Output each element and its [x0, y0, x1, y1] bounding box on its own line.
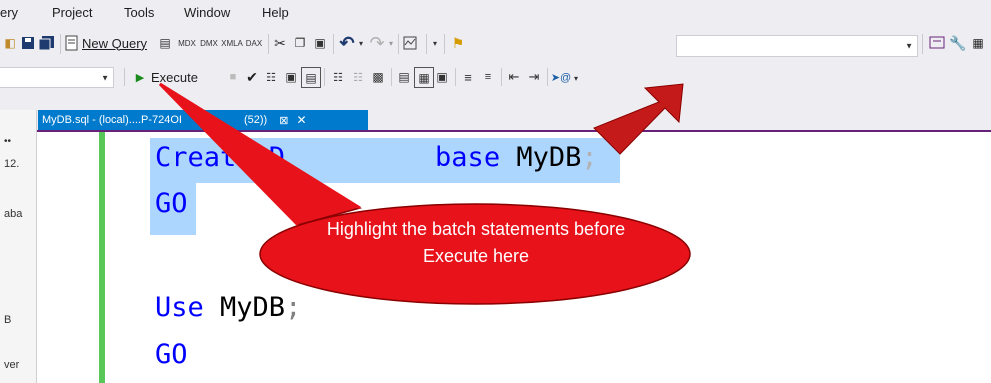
callout-pointer	[159, 83, 362, 226]
red-arrow-icon	[593, 83, 684, 155]
callout-text: Highlight the batch statements before Ex…	[326, 219, 626, 266]
callout-annotation	[158, 82, 691, 305]
